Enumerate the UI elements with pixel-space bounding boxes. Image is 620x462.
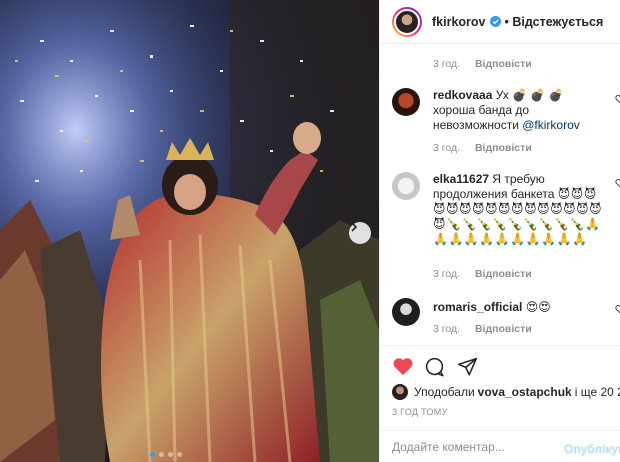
commenter-avatar[interactable]	[392, 88, 420, 116]
carousel-indicator	[150, 452, 182, 457]
post-sidebar: fkirkorov • Відстежується 3 год. Відпові…	[379, 0, 620, 462]
reply-button[interactable]: Відповісти	[475, 142, 532, 154]
next-slide-button[interactable]	[349, 222, 371, 244]
comment-time: 3 год.	[433, 142, 461, 154]
mention-link[interactable]: @fkirkorov	[522, 118, 580, 132]
reply-button[interactable]: Відповісти	[475, 58, 532, 70]
comment-input[interactable]	[392, 440, 552, 454]
like-comment-icon[interactable]	[615, 94, 620, 104]
chevron-right-icon	[351, 222, 358, 232]
post-actions	[380, 345, 620, 389]
commenter-avatar[interactable]	[392, 172, 420, 200]
carousel-dot	[150, 452, 155, 457]
liker-username[interactable]: vova_ostapchuk	[478, 385, 572, 399]
carousel-dot	[177, 452, 182, 457]
commenter-username[interactable]: elka11627	[433, 172, 489, 186]
comment-text: romaris_official 😍😍	[433, 300, 609, 315]
comment-body: 😍😍	[525, 300, 551, 314]
post-header: fkirkorov • Відстежується	[380, 0, 620, 44]
comment-time: 3 год.	[433, 58, 461, 70]
liker-avatar[interactable]	[392, 384, 408, 400]
reply-button[interactable]: Відповісти	[475, 268, 532, 280]
comment-time: 3 год.	[433, 323, 461, 335]
comment-text: redkovaaa Ух 💣 💣 💣 хороша банда до невоз…	[433, 88, 609, 133]
add-comment-bar: Опублікувати	[380, 430, 620, 462]
comment-item: elka11627 Я требую продолжения банкета 😈…	[392, 172, 620, 262]
comments-list: 3 год. Відповісти redkovaaa Ух 💣 💣 💣 хор…	[380, 44, 620, 344]
comment-meta: 3 год. Відповісти	[433, 142, 532, 154]
like-comment-icon[interactable]	[615, 178, 620, 188]
verified-badge-icon	[489, 16, 501, 27]
post-time: 3 ГОД ТОМУ	[392, 407, 448, 417]
commenter-username[interactable]: romaris_official	[433, 300, 522, 314]
likes-count[interactable]: і ще 20 279	[575, 385, 620, 399]
heart-icon[interactable]	[392, 356, 414, 376]
comment-meta: 3 год. Відповісти	[433, 268, 532, 280]
likes-prefix: Уподобали	[414, 385, 475, 399]
carousel-dot	[159, 452, 164, 457]
author-avatar[interactable]	[392, 6, 422, 37]
following-button[interactable]: • Відстежується	[505, 15, 604, 29]
commenter-username[interactable]: redkovaaa	[433, 88, 492, 102]
commenter-avatar[interactable]	[392, 298, 420, 326]
comment-item: redkovaaa Ух 💣 💣 💣 хороша банда до невоз…	[392, 88, 620, 138]
publish-button[interactable]: Опублікувати	[564, 442, 620, 456]
likes-summary: Уподобали vova_ostapchuk і ще 20 279	[392, 384, 620, 400]
comment-icon[interactable]	[424, 356, 445, 377]
photo-illustration	[0, 0, 379, 462]
comment-meta: 3 год. Відповісти	[433, 323, 532, 335]
share-icon[interactable]	[457, 356, 478, 377]
carousel-dot	[168, 452, 173, 457]
caption-meta: 3 год. Відповісти	[433, 58, 532, 70]
comment-text: elka11627 Я требую продолжения банкета 😈…	[433, 172, 609, 247]
like-comment-icon[interactable]	[615, 304, 620, 314]
author-username[interactable]: fkirkorov	[432, 15, 486, 29]
comment-time: 3 год.	[433, 268, 461, 280]
reply-button[interactable]: Відповісти	[475, 323, 532, 335]
post-photo[interactable]	[0, 0, 379, 462]
